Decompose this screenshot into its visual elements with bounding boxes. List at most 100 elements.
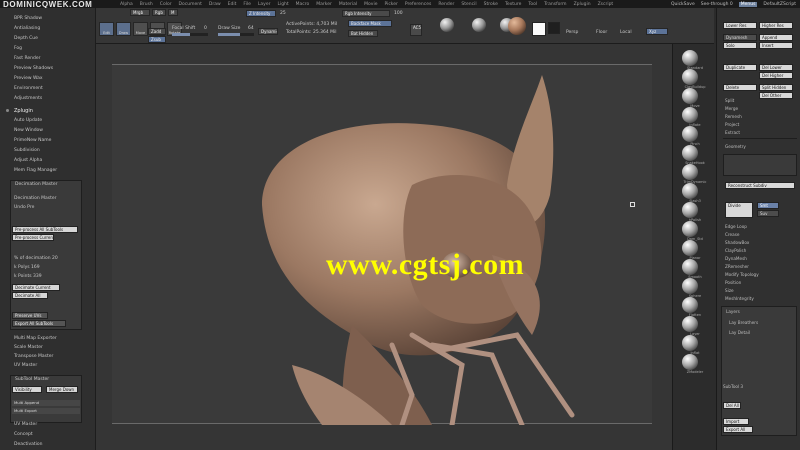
geometry-subpalette-item[interactable]: Crease xyxy=(725,232,739,237)
brush-thumbnail-icon[interactable] xyxy=(682,69,698,85)
import-button[interactable]: Import xyxy=(723,418,749,425)
smt-toggle[interactable]: Smt xyxy=(757,202,779,209)
geometry-section-title[interactable]: Geometry xyxy=(725,144,746,149)
del-lower-button[interactable]: Del Lower xyxy=(759,64,793,71)
merge-down-button[interactable]: Merge Down xyxy=(46,386,78,393)
draw-size-slider[interactable] xyxy=(218,33,254,36)
geometry-subpalette-item[interactable]: Modify Topology xyxy=(725,272,759,277)
secondary-color-swatch[interactable] xyxy=(548,22,560,34)
brush-thumbnail-icon[interactable] xyxy=(682,50,698,66)
menu-item[interactable]: Marker xyxy=(316,2,332,7)
plugin-menu-item[interactable]: Multi Map Exporter xyxy=(14,336,57,341)
reconstruct-subdiv-button[interactable]: Reconstruct Subdiv xyxy=(725,182,795,189)
preprocess-all-button[interactable]: Pre-process All SubTools xyxy=(12,226,78,233)
delete-button[interactable]: Delete xyxy=(723,84,757,91)
geometry-subpalette-item[interactable]: ZRemesher xyxy=(725,264,749,269)
menu-item[interactable]: Document xyxy=(179,2,202,7)
menu-item[interactable]: Preferences xyxy=(405,2,431,7)
mrgb-button[interactable]: Mrgb xyxy=(130,9,150,16)
color-swatch[interactable] xyxy=(532,22,546,36)
menu-item[interactable]: Tool xyxy=(528,2,537,7)
del-all-button[interactable]: Del All xyxy=(723,402,741,409)
subtool-action-item[interactable]: Extract xyxy=(725,130,740,135)
brush-thumbnail-icon[interactable] xyxy=(682,221,698,237)
decimation-percent-slider[interactable]: % of decimation 20 xyxy=(14,256,58,261)
floor-button[interactable]: Floor xyxy=(596,30,607,35)
brush-thumbnail-icon[interactable] xyxy=(682,126,698,142)
render-menu-item[interactable]: Adjustments xyxy=(14,96,42,101)
menu-item[interactable]: Texture xyxy=(505,2,521,7)
brush-thumbnail-icon[interactable] xyxy=(682,183,698,199)
brush-thumbnail-icon[interactable] xyxy=(682,145,698,161)
render-menu-item[interactable]: Fast Render xyxy=(14,56,41,61)
layer-row-2[interactable]: Lay Detail xyxy=(729,330,750,335)
menu-item[interactable]: Transform xyxy=(544,2,566,7)
plugin-menu-item[interactable]: UV Master xyxy=(14,422,37,427)
zplugin-header[interactable]: Zplugin xyxy=(14,108,33,114)
menu-item[interactable]: Picker xyxy=(384,2,397,7)
dynamic-button[interactable]: Dynamic xyxy=(258,28,278,35)
zplugin-menu-item[interactable]: Adjust Alpha xyxy=(14,158,42,163)
m-button[interactable]: M xyxy=(168,9,178,16)
preprocess-current-button[interactable]: Pre-process Current xyxy=(12,234,54,241)
render-menu-item[interactable]: Preview Shadows xyxy=(14,66,53,71)
plugin-menu-item[interactable]: UV Master xyxy=(14,363,37,368)
del-other-button[interactable]: Del Other xyxy=(759,92,793,99)
persp-button[interactable]: Persp xyxy=(566,30,578,35)
brush-thumbnail-icon[interactable] xyxy=(682,88,698,104)
geometry-subpalette-item[interactable]: Edge Loop xyxy=(725,224,747,229)
subtool-action-item[interactable]: Project xyxy=(725,122,739,127)
rgb-intensity-field[interactable]: Rgb Intensity xyxy=(342,10,390,17)
decimate-current-button[interactable]: Decimate Current xyxy=(12,284,60,291)
brush-thumbnail-icon[interactable] xyxy=(682,107,698,123)
render-menu-item[interactable]: Preview Wax xyxy=(14,76,43,81)
subtool-action-item[interactable]: Remesh xyxy=(725,114,742,119)
zplugin-menu-item[interactable]: PrimeNew Name xyxy=(14,138,51,143)
menu-item[interactable]: Macro xyxy=(296,2,310,7)
rgb-button[interactable]: Rgb xyxy=(152,9,166,16)
zadd-button[interactable]: Zadd xyxy=(148,28,166,35)
split-hidden-button[interactable]: Split Hidden xyxy=(759,84,793,91)
brush-sphere-icon[interactable] xyxy=(440,18,454,32)
menu-item[interactable]: Zscript xyxy=(598,2,614,7)
render-menu-item[interactable]: Fog xyxy=(14,46,22,51)
menu-item[interactable]: Render xyxy=(438,2,454,7)
decimation-item-1[interactable]: Undo Pre xyxy=(14,205,34,210)
see-through-slider[interactable]: See-through 0 xyxy=(701,2,733,7)
document-viewport[interactable]: www.cgtsj.com xyxy=(96,44,672,450)
stroke-sphere-icon[interactable] xyxy=(472,18,486,32)
suv-toggle[interactable]: Suv xyxy=(757,210,779,217)
draw-button[interactable]: Draw xyxy=(116,22,131,36)
zplugin-menu-item[interactable]: Auto Update xyxy=(14,118,42,123)
menu-item[interactable]: Stencil xyxy=(461,2,476,7)
brush-thumbnail-icon[interactable] xyxy=(682,278,698,294)
menu-item[interactable]: Material xyxy=(339,2,357,7)
duplicate-button[interactable]: Duplicate xyxy=(723,64,757,71)
multi-export-button[interactable]: Multi Export xyxy=(12,408,80,414)
plugin-menu-item[interactable]: Deactivation xyxy=(14,442,43,447)
quicksave-button[interactable]: QuickSave xyxy=(671,2,695,7)
ac50-button[interactable]: AC50 xyxy=(410,24,422,36)
sculpt-canvas[interactable] xyxy=(112,64,652,428)
plugin-menu-item[interactable]: Scale Master xyxy=(14,345,43,350)
menu-item[interactable]: Zplugin xyxy=(574,2,591,7)
zplugin-menu-item[interactable]: Mem Flag Manager xyxy=(14,168,57,173)
menu-item[interactable]: Edit xyxy=(228,2,237,7)
material-sphere-icon[interactable] xyxy=(508,17,526,35)
geometry-subpalette-item[interactable]: DynaMesh xyxy=(725,256,747,261)
focal-shift-slider[interactable] xyxy=(172,33,208,36)
export-all-button[interactable]: Export All xyxy=(723,426,753,433)
menu-item[interactable]: File xyxy=(243,2,251,7)
local-button[interactable]: Local xyxy=(620,30,632,35)
visibility-button[interactable]: Visibility xyxy=(12,386,42,393)
menu-item[interactable]: Stroke xyxy=(484,2,498,7)
brush-thumbnail-icon[interactable] xyxy=(682,202,698,218)
edit-button[interactable]: Edit xyxy=(99,22,114,36)
brush-thumbnail-icon[interactable] xyxy=(682,259,698,275)
menus-toggle[interactable]: Menus xyxy=(738,1,758,7)
solo-button[interactable]: Solo xyxy=(723,42,757,49)
menu-item[interactable]: Brush xyxy=(140,2,153,7)
z-intensity-field[interactable]: Z Intensity xyxy=(246,10,276,17)
render-menu-item[interactable]: BPR Shadow xyxy=(14,16,42,21)
append-button[interactable]: Append xyxy=(759,34,793,41)
